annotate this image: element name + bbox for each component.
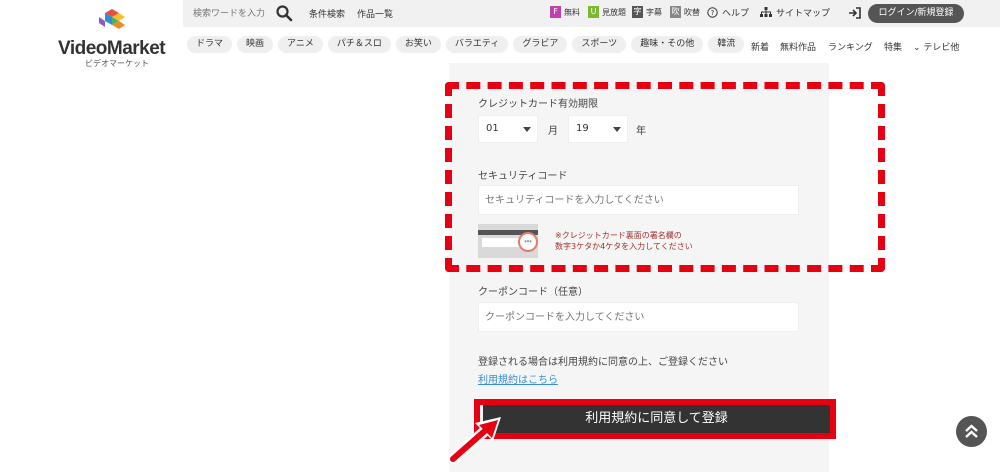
scroll-to-top-button[interactable]: [956, 416, 987, 447]
coupon-input[interactable]: [478, 302, 799, 332]
category-nav: ドラマ 映画 アニメ パチ＆スロ お笑い バラエティ グラビア スポーツ 趣味・…: [187, 36, 745, 54]
svg-text:?: ?: [711, 9, 715, 17]
nav-ranking[interactable]: ランキング: [828, 40, 873, 53]
search-icon[interactable]: [275, 4, 293, 22]
unlimited-icon: U: [588, 6, 599, 18]
terms-link[interactable]: 利用規約はこちら: [478, 371, 558, 386]
badge-unlimited[interactable]: U 見放題: [588, 6, 626, 18]
top-utility-bar: 条件検索 作品一覧 F 無料 U 見放題 字 字幕 吹 吹替 ? ヘルプ: [183, 0, 1000, 27]
nav-tv-more-label: テレビ他: [923, 43, 960, 53]
highlight-dashed-box: [445, 82, 885, 272]
sitemap-link[interactable]: サイトマップ: [760, 6, 830, 19]
badge-free[interactable]: F 無料: [550, 6, 580, 18]
sitemap-label: サイトマップ: [776, 9, 831, 19]
nav-anime[interactable]: アニメ: [278, 36, 323, 53]
nav-comedy[interactable]: お笑い: [395, 36, 441, 53]
nav-pachislot[interactable]: パチ＆スロ: [327, 36, 391, 53]
logo-text: VideoMarket: [58, 38, 166, 59]
nav-movies[interactable]: 映画: [237, 36, 274, 53]
help-icon: ?: [707, 7, 718, 18]
sitemap-icon: [760, 7, 772, 17]
help-link[interactable]: ? ヘルプ: [707, 6, 749, 19]
nav-hobby[interactable]: 趣味・その他: [631, 36, 704, 53]
chevron-down-icon: ⌄: [913, 43, 924, 53]
dubbed-icon: 吹: [670, 6, 681, 18]
highlight-frame: [474, 399, 836, 439]
site-header: VideoMarket ビデオマーケット 条件検索 作品一覧 F 無料 U 見放…: [0, 0, 1000, 68]
arrow-icon: [447, 417, 501, 463]
nav-new[interactable]: 新着: [751, 40, 769, 53]
nav-sports[interactable]: スポーツ: [572, 36, 627, 53]
nav-variety[interactable]: バラエティ: [445, 36, 509, 53]
filter-search-link[interactable]: 条件検索: [309, 7, 345, 20]
login-register-button[interactable]: ログイン/新規登録: [868, 4, 964, 23]
free-icon: F: [550, 6, 561, 18]
nav-special[interactable]: 特集: [884, 40, 902, 53]
badge-label: 字幕: [646, 7, 662, 17]
badge-label: 吹替: [684, 7, 700, 17]
badge-dubbed[interactable]: 吹 吹替: [670, 6, 700, 18]
logo-mark-icon: [99, 9, 125, 29]
terms-notice: 登録される場合は利用規約に同意の上、ご登録ください: [478, 357, 728, 368]
nav-gravure[interactable]: グラビア: [513, 36, 568, 53]
badge-label: 見放題: [602, 7, 626, 17]
help-label: ヘルプ: [722, 9, 750, 19]
badge-label: 無料: [564, 7, 580, 17]
nav-free-works[interactable]: 無料作品: [780, 40, 816, 53]
badge-subtitle[interactable]: 字 字幕: [632, 6, 662, 18]
works-list-link[interactable]: 作品一覧: [357, 7, 393, 20]
nav-drama[interactable]: ドラマ: [187, 36, 233, 53]
nav-tv-more[interactable]: ⌄ テレビ他: [913, 40, 959, 53]
search-input[interactable]: [193, 5, 273, 22]
double-chevron-up-icon: [965, 424, 978, 438]
subtitle-icon: 字: [632, 6, 643, 18]
logo-subtext: ビデオマーケット: [85, 59, 149, 68]
nav-korean[interactable]: 韓流: [708, 36, 745, 53]
login-icon: [849, 7, 861, 19]
coupon-label: クーポンコード（任意）: [478, 287, 588, 298]
site-logo[interactable]: VideoMarket ビデオマーケット: [52, 6, 174, 68]
